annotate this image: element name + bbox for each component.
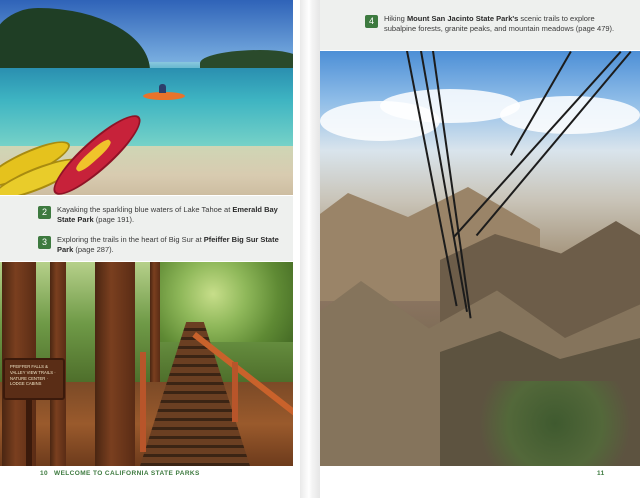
caption-3: 3 Exploring the trails in the heart of B… — [38, 235, 288, 255]
page-number: 10 — [40, 470, 49, 477]
caption-text-part: Kayaking the sparkling blue waters of La… — [57, 205, 233, 214]
caption-number-badge: 4 — [365, 15, 378, 28]
caption-number-badge: 2 — [38, 206, 51, 219]
redwood-trunk — [150, 262, 160, 382]
left-page: 2 Kayaking the sparkling blue waters of … — [0, 0, 300, 498]
caption-text: Kayaking the sparkling blue waters of La… — [57, 205, 288, 225]
running-head: WELCOME TO CALIFORNIA STATE PARKS — [54, 470, 200, 477]
lake-tahoe-kayaking-photo — [0, 0, 293, 195]
cloud — [380, 89, 520, 123]
book-gutter — [300, 0, 320, 498]
subalpine-vegetation — [470, 381, 640, 466]
mount-san-jacinto-tramway-photo — [320, 51, 640, 466]
left-page-footer: 10 WELCOME TO CALIFORNIA STATE PARKS — [40, 470, 200, 477]
right-page-footer: 11 — [597, 470, 605, 477]
lake-water — [0, 68, 293, 148]
caption-text-part: Hiking — [384, 14, 407, 23]
caption-park-name: Mount San Jacinto State Park's — [406, 14, 519, 23]
caption-text: Exploring the trails in the heart of Big… — [57, 235, 288, 255]
caption-text-part: (page 191). — [93, 215, 135, 224]
caption-2: 2 Kayaking the sparkling blue waters of … — [38, 205, 288, 225]
left-handrail-post — [140, 352, 146, 452]
left-caption-panel: 2 Kayaking the sparkling blue waters of … — [0, 196, 293, 261]
cloud — [500, 96, 640, 134]
distant-kayaker — [143, 84, 185, 100]
trail-sign: Pfeiffer Falls & Valley View Trails · Na… — [3, 358, 65, 400]
tram-cable — [452, 51, 622, 238]
page-number: 11 — [597, 470, 605, 477]
caption-text: Hiking Mount San Jacinto State Park's sc… — [384, 14, 615, 34]
big-sur-trail-photo: Pfeiffer Falls & Valley View Trails · Na… — [0, 262, 293, 466]
caption-number-badge: 3 — [38, 236, 51, 249]
sunlit-foliage — [160, 262, 293, 342]
right-page: 4 Hiking Mount San Jacinto State Park's … — [320, 0, 640, 498]
caption-text-part: Exploring the trails in the heart of Big… — [57, 235, 204, 244]
right-caption-panel: 4 Hiking Mount San Jacinto State Park's … — [320, 0, 640, 50]
caption-text-part: (page 287). — [73, 245, 114, 254]
trail-sign-text: Pfeiffer Falls & Valley View Trails · Na… — [10, 364, 56, 387]
right-handrail-post — [232, 362, 238, 422]
redwood-trunk — [95, 262, 135, 466]
caption-4: 4 Hiking Mount San Jacinto State Park's … — [365, 14, 615, 34]
sign-post — [26, 396, 32, 466]
